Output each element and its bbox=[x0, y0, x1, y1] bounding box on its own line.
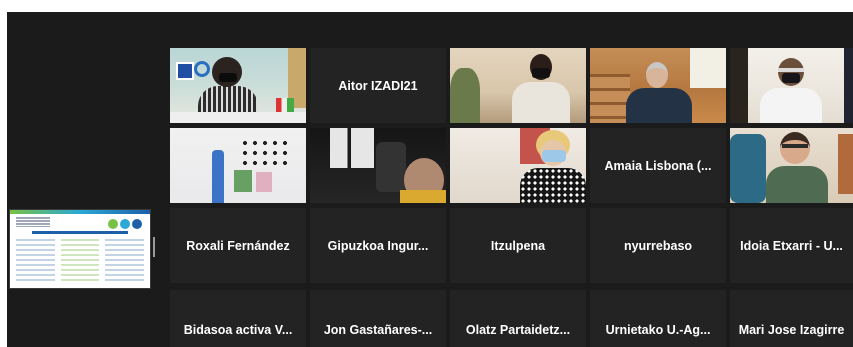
participant-video bbox=[730, 128, 853, 203]
participant-name: Jon Gastañares-... bbox=[323, 323, 433, 337]
person-body bbox=[626, 88, 692, 123]
face-mask bbox=[542, 150, 566, 162]
panel-resize-handle[interactable] bbox=[153, 237, 155, 257]
glasses bbox=[778, 68, 804, 72]
person-head bbox=[780, 132, 810, 164]
background-shadow bbox=[844, 48, 853, 123]
background-door bbox=[838, 134, 853, 194]
meeting-gallery: Aitor IZADI21 Amaia Lisbona (... Roxali … bbox=[7, 12, 853, 347]
background-window bbox=[690, 48, 726, 88]
pinboard-card bbox=[234, 170, 252, 192]
slide-column bbox=[16, 239, 55, 283]
person-body bbox=[520, 168, 586, 203]
background-plant bbox=[450, 68, 480, 123]
participant-tile[interactable]: Gipuzkoa Ingur... bbox=[310, 208, 446, 283]
person-body bbox=[766, 166, 828, 203]
participant-video bbox=[450, 128, 586, 203]
desk-bottles bbox=[276, 98, 294, 112]
slide-columns bbox=[16, 239, 145, 283]
logo-dot-icon bbox=[132, 219, 142, 229]
person-head bbox=[212, 57, 242, 87]
participant-tile[interactable]: Bidasoa activa V... bbox=[170, 290, 306, 347]
slide-logo-left bbox=[16, 217, 50, 227]
participant-video bbox=[170, 48, 306, 123]
participant-tile[interactable]: Roxali Fernández bbox=[170, 208, 306, 283]
participant-name: Mari Jose Izagirre bbox=[738, 323, 845, 337]
participant-name: Roxali Fernández bbox=[186, 238, 290, 253]
participant-tile[interactable] bbox=[170, 48, 306, 123]
chair bbox=[730, 134, 766, 203]
glasses bbox=[782, 144, 808, 148]
participant-tile[interactable] bbox=[450, 128, 586, 203]
participant-tile[interactable]: Urnietako U.-Ag... bbox=[590, 290, 726, 347]
participant-name: Aitor IZADI21 bbox=[338, 78, 418, 93]
participant-name: Idoia Etxarri - U... bbox=[740, 238, 843, 253]
participant-name: Bidasoa activa V... bbox=[183, 323, 293, 337]
background-shelf bbox=[590, 74, 630, 123]
participant-tile[interactable] bbox=[730, 128, 853, 203]
participant-video bbox=[450, 48, 586, 123]
participant-tile[interactable]: Mari Jose Izagirre bbox=[730, 290, 853, 347]
participant-video bbox=[730, 48, 853, 123]
participant-name: Gipuzkoa Ingur... bbox=[327, 238, 429, 253]
participant-tile[interactable] bbox=[170, 128, 306, 203]
participant-name: Urnietako U.-Ag... bbox=[605, 323, 711, 337]
logo-dot-icon bbox=[120, 219, 130, 229]
wall-g-logo-icon bbox=[194, 61, 210, 77]
slide-headline bbox=[32, 231, 128, 234]
participant-tile[interactable]: Jon Gastañares-... bbox=[310, 290, 446, 347]
background-window bbox=[330, 128, 374, 168]
person-head bbox=[646, 62, 668, 88]
slide-header-bar bbox=[10, 210, 150, 214]
participant-tile[interactable] bbox=[730, 48, 853, 123]
logo-dot-icon bbox=[108, 219, 118, 229]
person-body bbox=[760, 88, 822, 123]
participant-tile[interactable]: Aitor IZADI21 bbox=[310, 48, 446, 123]
participant-video bbox=[310, 128, 446, 203]
background-shadow bbox=[730, 48, 748, 123]
face-mask bbox=[532, 68, 550, 78]
chair bbox=[376, 142, 406, 192]
water-bottle bbox=[212, 150, 224, 203]
participant-tile[interactable]: Itzulpena bbox=[450, 208, 586, 283]
participant-video bbox=[590, 48, 726, 123]
person-body bbox=[400, 190, 446, 203]
pinboard-dots bbox=[240, 138, 290, 168]
pinboard-card bbox=[256, 172, 272, 192]
participant-tile[interactable]: nyurrebaso bbox=[590, 208, 726, 283]
participant-tile[interactable] bbox=[310, 128, 446, 203]
person-body bbox=[512, 82, 570, 123]
face-mask bbox=[219, 73, 237, 82]
participant-video bbox=[170, 128, 306, 203]
face-mask bbox=[782, 73, 800, 83]
participant-tile[interactable]: Idoia Etxarri - U... bbox=[730, 208, 853, 283]
participant-tile[interactable]: Amaia Lisbona (... bbox=[590, 128, 726, 203]
slide-logo-right bbox=[108, 216, 144, 229]
participant-name: Itzulpena bbox=[490, 238, 546, 253]
desk bbox=[170, 112, 306, 123]
participant-tile[interactable] bbox=[450, 48, 586, 123]
slide-column bbox=[105, 239, 145, 283]
participant-name: nyurrebaso bbox=[623, 238, 693, 253]
participant-name: Amaia Lisbona (... bbox=[604, 158, 712, 173]
screenshot-frame: Aitor IZADI21 Amaia Lisbona (... Roxali … bbox=[0, 0, 853, 347]
wall-logo-icon bbox=[176, 62, 194, 80]
shared-screen-thumbnail[interactable] bbox=[9, 209, 151, 289]
participant-tile[interactable] bbox=[590, 48, 726, 123]
participant-name: Olatz Partaidetz... bbox=[465, 323, 571, 337]
slide-column bbox=[60, 239, 100, 283]
participant-tile[interactable]: Olatz Partaidetz... bbox=[450, 290, 586, 347]
